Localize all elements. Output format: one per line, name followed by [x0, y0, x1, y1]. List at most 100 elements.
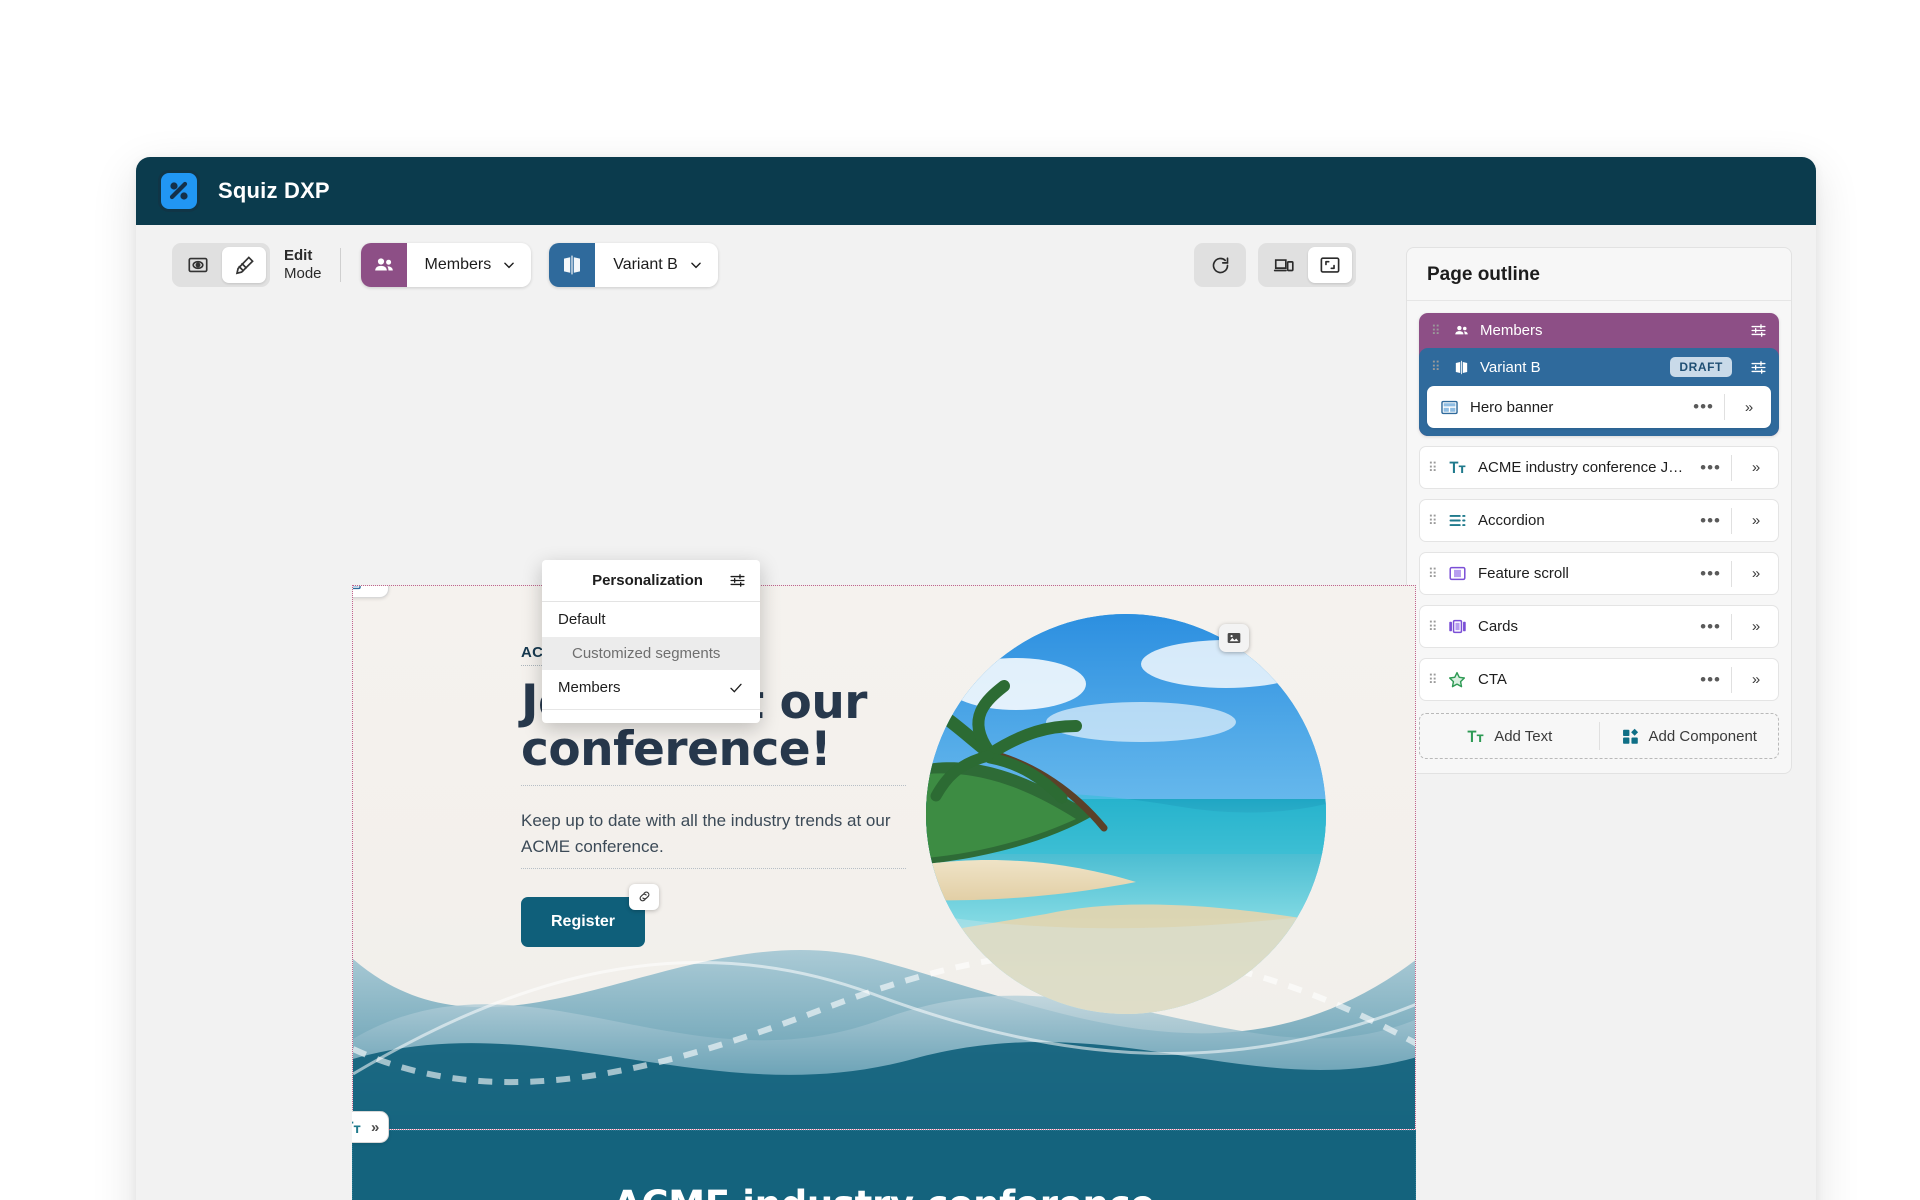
- expand-button[interactable]: »: [1732, 459, 1778, 476]
- refresh-group: [1194, 243, 1246, 287]
- expand-button[interactable]: »: [1732, 618, 1778, 635]
- outline-item-hero-banner[interactable]: Hero banner ••• »: [1427, 386, 1771, 428]
- personalization-dropdown[interactable]: Personalization Default Customized segme…: [542, 560, 760, 723]
- editor-pane: Edit Mode Members Variant B Personalizat…: [136, 225, 1416, 1200]
- check-icon: [730, 683, 742, 693]
- more-options-button[interactable]: •••: [1690, 511, 1731, 531]
- more-options-button[interactable]: •••: [1690, 670, 1731, 690]
- outline-row[interactable]: ⠿ Cards ••• »: [1419, 605, 1779, 648]
- drag-handle-icon[interactable]: ⠿: [1428, 673, 1440, 686]
- people-icon: [360, 243, 407, 287]
- status-badge: DRAFT: [1670, 357, 1732, 377]
- add-component-button[interactable]: Add Component: [1600, 727, 1779, 746]
- fit-screen-icon[interactable]: [1308, 247, 1352, 283]
- app-title: Squiz DXP: [218, 178, 330, 203]
- viewport-group: [1258, 243, 1356, 287]
- title-bar: Squiz DXP: [136, 157, 1816, 225]
- text-block-chip[interactable]: »: [352, 1111, 390, 1143]
- outline-item-label: CTA: [1478, 671, 1507, 688]
- audience-name: Members: [424, 256, 492, 273]
- outline-item-label: Feature scroll: [1478, 565, 1569, 582]
- add-component-label: Add Component: [1648, 727, 1757, 745]
- outline-row[interactable]: ⠿ Feature scroll ••• »: [1419, 552, 1779, 595]
- hero-chip-expand[interactable]: »: [371, 586, 379, 591]
- outline-audience-label: Members: [1480, 322, 1543, 339]
- sliders-icon[interactable]: [729, 572, 746, 589]
- menu-item-default[interactable]: Default: [542, 602, 760, 637]
- text-icon: [352, 1118, 362, 1137]
- outline-row[interactable]: ⠿ ACME industry conference Join... ••• »: [1419, 446, 1779, 489]
- variant-settings-icon[interactable]: [1750, 359, 1767, 376]
- edit-pencil-icon[interactable]: [222, 247, 266, 283]
- chevron-down-icon: [691, 262, 701, 269]
- more-options-button[interactable]: •••: [1683, 397, 1724, 417]
- outline-item-label: Hero banner: [1470, 398, 1554, 416]
- hero-paragraph[interactable]: Keep up to date with all the industry tr…: [521, 808, 906, 869]
- mode-toggle-group: [172, 243, 270, 287]
- variant-selector-label[interactable]: Variant B: [595, 243, 718, 287]
- outline-audience-row[interactable]: ⠿ Members: [1419, 313, 1779, 348]
- page-outline-pane: Page outline ⠿ Members ⠿ Variant B DRAFT…: [1392, 225, 1816, 1200]
- register-button-label: Register: [551, 912, 616, 930]
- people-icon: [1453, 322, 1470, 339]
- drag-handle-icon[interactable]: ⠿: [1431, 360, 1443, 373]
- drag-handle-icon[interactable]: ⠿: [1431, 324, 1443, 337]
- expand-button[interactable]: »: [1732, 671, 1778, 688]
- expand-button[interactable]: »: [1732, 565, 1778, 582]
- add-text-button[interactable]: Add Text: [1420, 727, 1599, 746]
- outline-item-label: Cards: [1478, 618, 1519, 635]
- variant-name: Variant B: [613, 256, 678, 273]
- toolbar-divider: [339, 248, 341, 282]
- squiz-logo-icon: [158, 170, 200, 212]
- more-options-button[interactable]: •••: [1690, 617, 1731, 637]
- textblock-heading[interactable]: ACME industry conference: [483, 1183, 1285, 1200]
- more-options-button[interactable]: •••: [1690, 564, 1731, 584]
- text-chip-expand[interactable]: »: [371, 1119, 379, 1136]
- page-outline-panel: Page outline ⠿ Members ⠿ Variant B DRAFT…: [1406, 247, 1792, 774]
- hero-banner-block[interactable]: »: [352, 585, 1416, 1131]
- more-options-button[interactable]: •••: [1690, 458, 1731, 478]
- expand-button[interactable]: »: [1732, 512, 1778, 529]
- outline-variant-label: Variant B: [1480, 358, 1541, 376]
- outline-item-label: Accordion: [1478, 512, 1545, 529]
- page-canvas: »: [352, 585, 1416, 1200]
- register-button[interactable]: Register: [521, 883, 660, 947]
- outline-row[interactable]: ⠿ CTA ••• »: [1419, 658, 1779, 701]
- outline-variant-row[interactable]: ⠿ Variant B DRAFT: [1419, 348, 1779, 386]
- audience-selector[interactable]: Members: [360, 243, 532, 287]
- menu-item-members[interactable]: Members: [542, 670, 760, 705]
- menu-footer: [542, 709, 760, 716]
- personalization-title: Personalization: [592, 572, 703, 589]
- component-icon: [1621, 727, 1640, 746]
- text-block[interactable]: » ACME industry conference Join us for t…: [352, 1111, 1416, 1200]
- drag-handle-icon[interactable]: ⠿: [1428, 514, 1440, 527]
- audience-settings-icon[interactable]: [1750, 322, 1767, 339]
- personalization-dropdown-header: Personalization: [542, 560, 760, 602]
- text-icon: [1444, 458, 1470, 477]
- hero-image[interactable]: [926, 614, 1326, 1014]
- edit-mode-label: Edit Mode: [284, 247, 322, 282]
- view-tools: [1194, 243, 1356, 287]
- drag-handle-icon[interactable]: ⠿: [1428, 461, 1440, 474]
- variant-selector[interactable]: Variant B: [549, 243, 718, 287]
- hero-block-chip[interactable]: »: [353, 586, 390, 598]
- variant-group: ⠿ Members ⠿ Variant B DRAFT Hero banner …: [1419, 313, 1779, 436]
- menu-group-customized-segments: Customized segments: [542, 637, 760, 670]
- drag-handle-icon[interactable]: ⠿: [1428, 567, 1440, 580]
- feature-scroll-icon: [1444, 564, 1470, 583]
- image-icon[interactable]: [1219, 624, 1249, 652]
- cards-icon: [1444, 617, 1470, 636]
- devices-icon[interactable]: [1262, 247, 1306, 283]
- refresh-icon[interactable]: [1198, 247, 1242, 283]
- drag-handle-icon[interactable]: ⠿: [1428, 620, 1440, 633]
- link-icon[interactable]: [629, 883, 660, 910]
- add-bar: Add Text Add Component: [1419, 713, 1779, 759]
- outline-row[interactable]: ⠿ Accordion ••• »: [1419, 499, 1779, 542]
- audience-selector-label[interactable]: Members: [406, 243, 532, 287]
- hero-banner-icon: [353, 586, 362, 592]
- edit-mode-line1: Edit: [284, 247, 313, 265]
- menu-item-members-label: Members: [558, 679, 621, 696]
- preview-eye-icon[interactable]: [176, 247, 220, 283]
- star-icon: [1444, 670, 1470, 690]
- expand-button[interactable]: »: [1725, 399, 1771, 416]
